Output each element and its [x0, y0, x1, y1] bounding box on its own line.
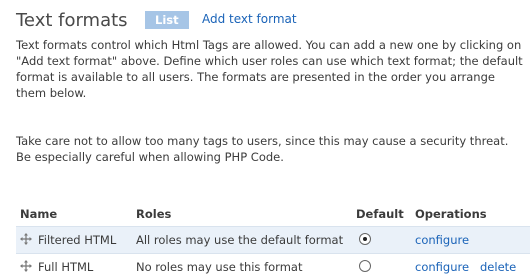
format-name: Filtered HTML — [38, 233, 117, 247]
column-header-default: Default — [356, 207, 404, 221]
default-radio[interactable] — [359, 233, 371, 245]
configure-link[interactable]: configure — [415, 233, 469, 247]
delete-link[interactable]: delete — [480, 260, 516, 274]
text-formats-table: Name Roles Default Operations Filtered H… — [16, 206, 530, 280]
format-roles: No roles may use this format — [136, 260, 303, 274]
drag-handle-icon[interactable] — [20, 260, 32, 272]
column-header-roles: Roles — [136, 207, 172, 221]
column-header-name: Name — [20, 207, 58, 221]
page-title: Text formats — [16, 10, 128, 31]
drag-handle-icon[interactable] — [20, 233, 32, 245]
configure-link[interactable]: configure — [415, 260, 469, 274]
table-header-row: Name Roles Default Operations — [16, 206, 530, 226]
format-roles: All roles may use the default format — [136, 233, 344, 247]
help-paragraph-1: Text formats control which Html Tags are… — [16, 38, 523, 100]
tab-list[interactable]: List — [145, 11, 189, 29]
column-header-operations: Operations — [415, 207, 487, 221]
table-row: Full HTML No roles may use this format c… — [16, 254, 530, 280]
help-paragraph-2: Take care not to allow too many tags to … — [16, 134, 509, 164]
tab-add-text-format[interactable]: Add text format — [202, 12, 297, 26]
page-header: Text formats List Add text format — [16, 8, 530, 34]
default-radio[interactable] — [359, 260, 371, 272]
format-name: Full HTML — [38, 260, 94, 274]
table-row: Filtered HTML All roles may use the defa… — [16, 226, 530, 254]
